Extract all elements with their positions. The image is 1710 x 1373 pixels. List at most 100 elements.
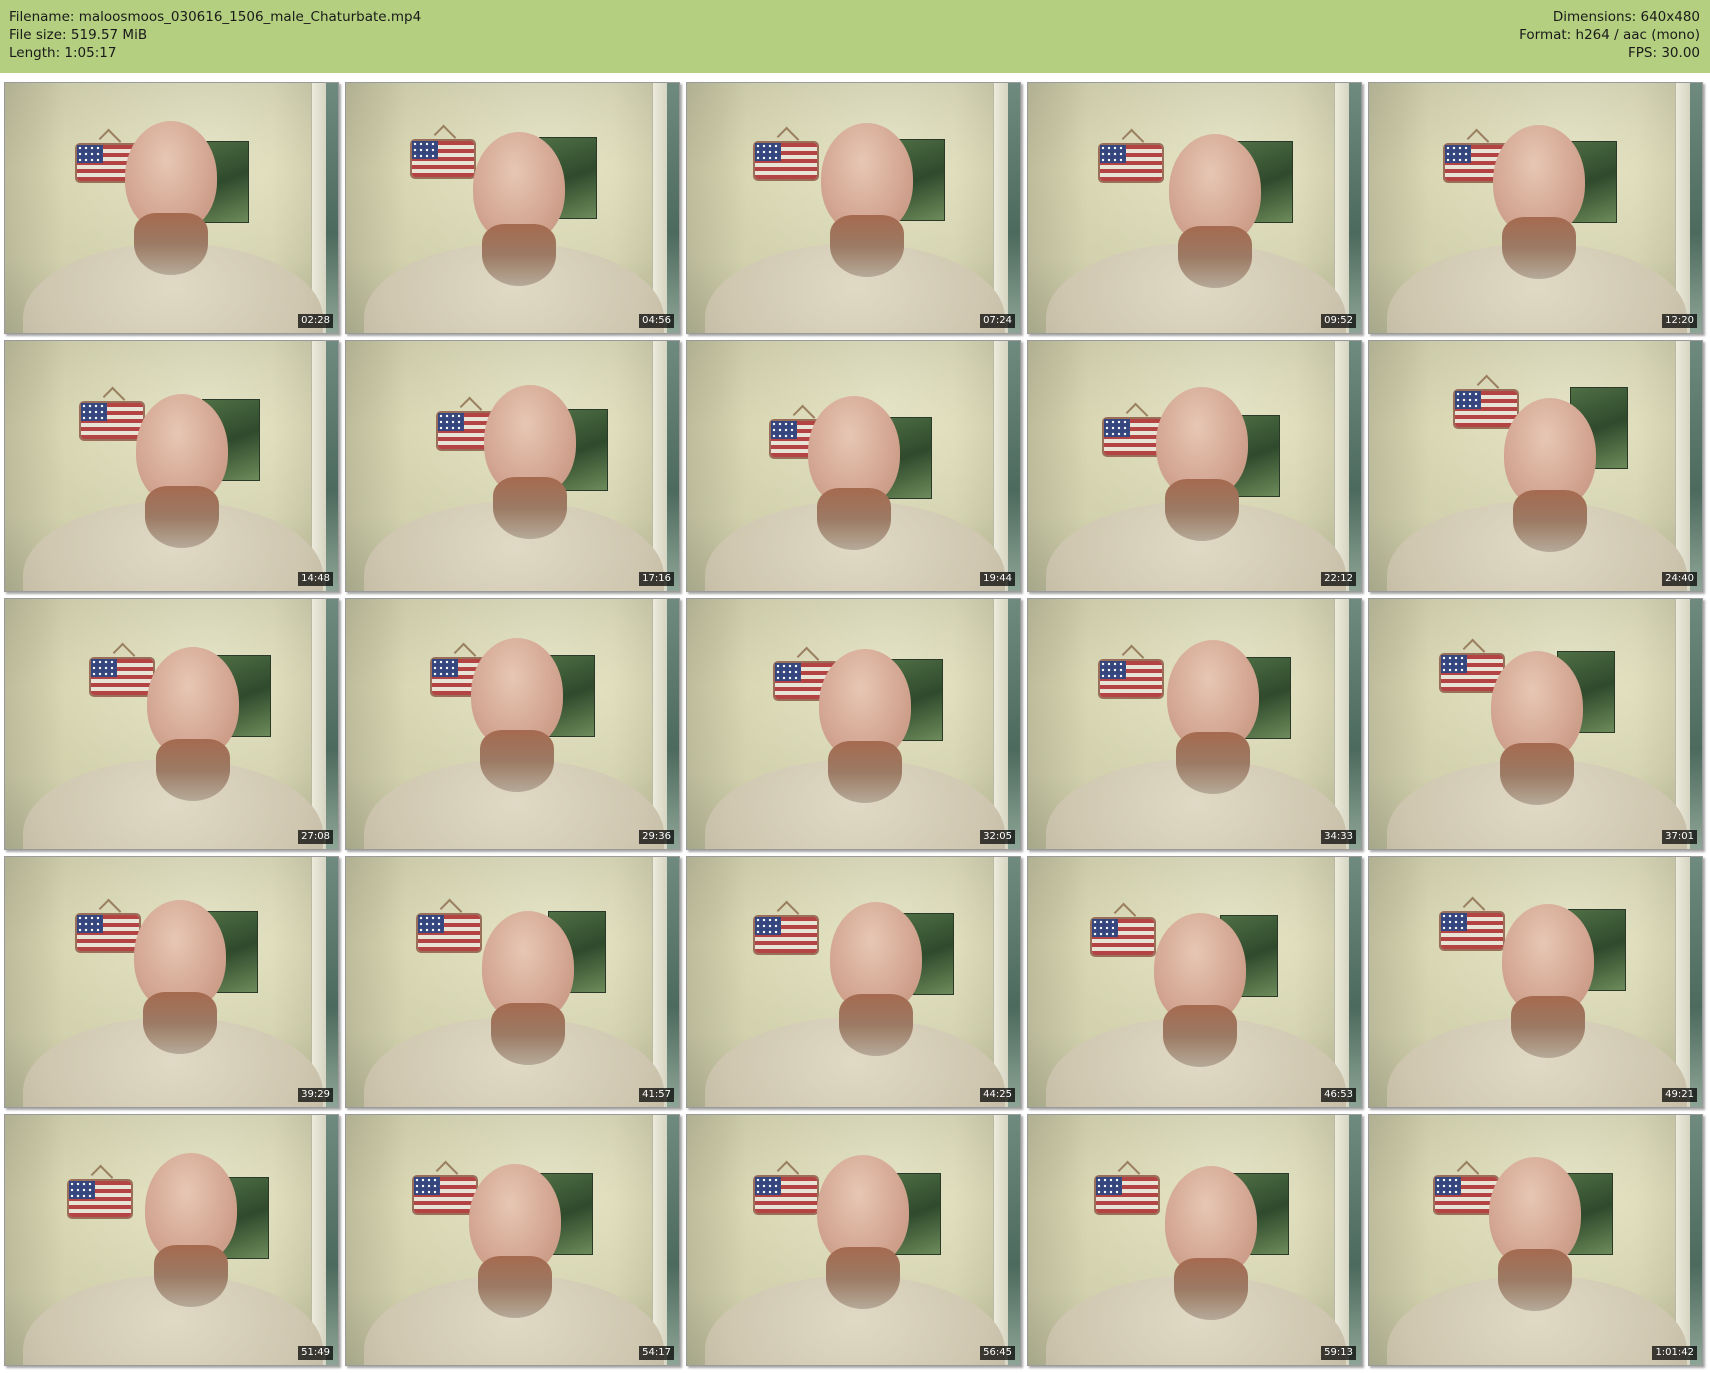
frame-timestamp: 1:01:42 [1652, 1346, 1697, 1360]
filename-label: Filename: maloosmoos_030616_1506_male_Ch… [9, 9, 422, 25]
frame-timestamp: 19:44 [980, 572, 1015, 586]
person-beard [839, 994, 913, 1056]
frame-timestamp: 59:13 [1321, 1346, 1356, 1360]
frame-timestamp: 34:33 [1321, 830, 1356, 844]
video-frame-thumbnail: 51:49 [4, 1114, 339, 1366]
video-frame-thumbnail: 34:33 [1027, 598, 1362, 850]
flag-decoration [1441, 913, 1503, 949]
person-beard [480, 730, 554, 792]
window-strip [667, 857, 679, 1107]
filesize-label: File size: 519.57 MiB [9, 27, 148, 43]
window-strip [326, 1115, 338, 1365]
window-strip [1349, 341, 1361, 591]
video-frame-thumbnail: 12:20 [1368, 82, 1703, 334]
window-strip [1349, 599, 1361, 849]
file-info: Filename: maloosmoos_030616_1506_male_Ch… [9, 8, 421, 62]
video-frame-thumbnail: 56:45 [686, 1114, 1021, 1366]
frame-timestamp: 46:53 [1321, 1088, 1356, 1102]
window-strip [326, 857, 338, 1107]
frame-timestamp: 49:21 [1662, 1088, 1697, 1102]
frame-timestamp: 17:16 [639, 572, 674, 586]
frame-timestamp: 41:57 [639, 1088, 674, 1102]
person-beard [830, 215, 904, 277]
video-frame-thumbnail: 17:16 [345, 340, 680, 592]
video-frame-thumbnail: 22:12 [1027, 340, 1362, 592]
video-frame-thumbnail: 46:53 [1027, 856, 1362, 1108]
format-label: Format: h264 / aac (mono) [1519, 27, 1700, 43]
video-frame-thumbnail: 41:57 [345, 856, 680, 1108]
person-beard [828, 741, 902, 803]
video-frame-thumbnail: 09:52 [1027, 82, 1362, 334]
person-beard [1513, 490, 1587, 552]
person-beard [143, 992, 217, 1054]
window-strip [667, 83, 679, 333]
contact-sheet-header: Filename: maloosmoos_030616_1506_male_Ch… [0, 0, 1710, 73]
frame-timestamp: 07:24 [980, 314, 1015, 328]
fps-label: FPS: 30.00 [1628, 45, 1700, 61]
person-beard [826, 1247, 900, 1309]
window-strip [1349, 1115, 1361, 1365]
video-frame-thumbnail: 59:13 [1027, 1114, 1362, 1366]
person-beard [1498, 1249, 1572, 1311]
person-beard [134, 213, 208, 275]
video-frame-thumbnail: 32:05 [686, 598, 1021, 850]
person-beard [156, 739, 230, 801]
window-strip [1690, 599, 1702, 849]
window-strip [667, 1115, 679, 1365]
person-beard [1176, 732, 1250, 794]
window-strip [1349, 857, 1361, 1107]
frame-timestamp: 02:28 [298, 314, 333, 328]
frame-timestamp: 24:40 [1662, 572, 1697, 586]
video-frame-thumbnail: 1:01:42 [1368, 1114, 1703, 1366]
video-frame-thumbnail: 14:48 [4, 340, 339, 592]
stream-info: Dimensions: 640x480 Format: h264 / aac (… [1519, 8, 1700, 62]
video-frame-thumbnail: 49:21 [1368, 856, 1703, 1108]
frame-timestamp: 22:12 [1321, 572, 1356, 586]
person-beard [154, 1245, 228, 1307]
window-strip [326, 83, 338, 333]
window-strip [1690, 1115, 1702, 1365]
flag-decoration [1455, 391, 1517, 427]
thumbnail-grid: 02:28 04:56 07:24 09:52 12:20 14:48 17:16 19:44… [4, 82, 1706, 1368]
flag-decoration [412, 141, 474, 177]
flag-decoration [91, 659, 153, 695]
flag-decoration [77, 915, 139, 951]
flag-decoration [1100, 145, 1162, 181]
window-strip [326, 599, 338, 849]
flag-decoration [1096, 1177, 1158, 1213]
window-strip [1690, 857, 1702, 1107]
video-frame-thumbnail: 44:25 [686, 856, 1021, 1108]
video-frame-thumbnail: 37:01 [1368, 598, 1703, 850]
person-beard [1502, 217, 1576, 279]
flag-decoration [81, 403, 143, 439]
video-frame-thumbnail: 27:08 [4, 598, 339, 850]
frame-timestamp: 14:48 [298, 572, 333, 586]
window-strip [1008, 1115, 1020, 1365]
person-beard [1178, 226, 1252, 288]
window-strip [667, 599, 679, 849]
window-strip [1008, 599, 1020, 849]
frame-timestamp: 37:01 [1662, 830, 1697, 844]
frame-timestamp: 27:08 [298, 830, 333, 844]
video-frame-thumbnail: 29:36 [345, 598, 680, 850]
window-strip [1349, 83, 1361, 333]
flag-decoration [1100, 661, 1162, 697]
video-frame-thumbnail: 04:56 [345, 82, 680, 334]
video-frame-thumbnail: 39:29 [4, 856, 339, 1108]
person-beard [491, 1003, 565, 1065]
frame-timestamp: 54:17 [639, 1346, 674, 1360]
frame-timestamp: 09:52 [1321, 314, 1356, 328]
person-beard [1511, 996, 1585, 1058]
frame-timestamp: 32:05 [980, 830, 1015, 844]
window-strip [1008, 857, 1020, 1107]
video-frame-thumbnail: 02:28 [4, 82, 339, 334]
flag-decoration [418, 915, 480, 951]
frame-timestamp: 29:36 [639, 830, 674, 844]
window-strip [1008, 341, 1020, 591]
frame-timestamp: 39:29 [298, 1088, 333, 1102]
person-beard [1163, 1005, 1237, 1067]
person-beard [1500, 743, 1574, 805]
frame-timestamp: 56:45 [980, 1346, 1015, 1360]
window-strip [1690, 83, 1702, 333]
person-beard [1165, 479, 1239, 541]
